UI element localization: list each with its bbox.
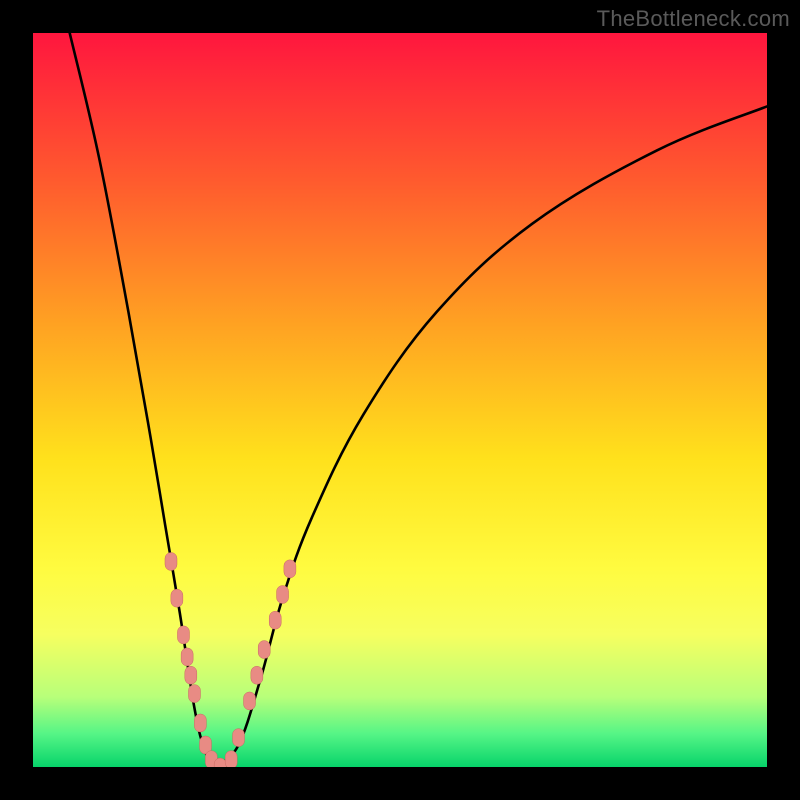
- marker-dot: [181, 648, 193, 666]
- marker-dot: [177, 626, 189, 644]
- chart-stage: TheBottleneck.com: [0, 0, 800, 800]
- marker-dot: [165, 552, 177, 570]
- marker-dot: [171, 589, 183, 607]
- marker-dot: [185, 666, 197, 684]
- plot-area: [33, 33, 767, 776]
- marker-dot: [225, 751, 237, 769]
- marker-dot: [258, 641, 270, 659]
- marker-dot: [251, 666, 263, 684]
- marker-dot: [284, 560, 296, 578]
- chart-svg: [0, 0, 800, 800]
- marker-dot: [233, 729, 245, 747]
- marker-dot: [188, 685, 200, 703]
- marker-dot: [194, 714, 206, 732]
- watermark-label: TheBottleneck.com: [597, 6, 790, 32]
- marker-dot: [269, 611, 281, 629]
- marker-dot: [244, 692, 256, 710]
- marker-dot: [277, 586, 289, 604]
